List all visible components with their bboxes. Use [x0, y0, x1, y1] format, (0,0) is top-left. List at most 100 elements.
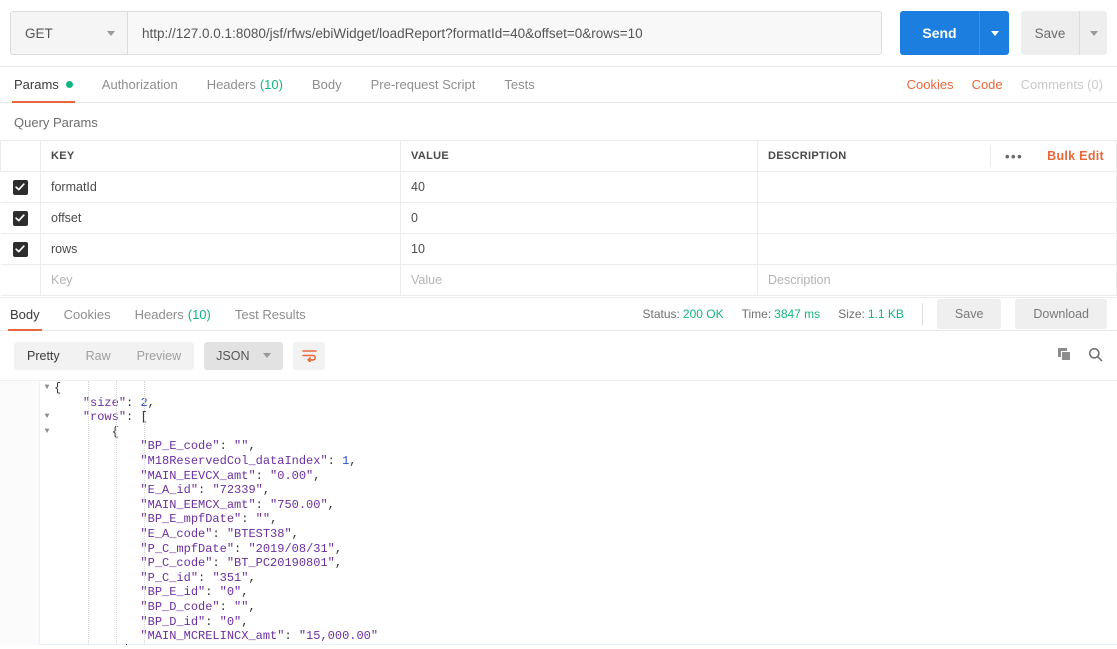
- tab-tests-label: Tests: [504, 77, 535, 92]
- new-param-key-input[interactable]: Key: [40, 264, 401, 296]
- request-url-input[interactable]: [127, 11, 882, 55]
- line-number: 18: [20, 629, 34, 643]
- comments-link[interactable]: Comments (0): [1021, 77, 1103, 92]
- save-request-button[interactable]: Save: [1021, 11, 1079, 55]
- code-line[interactable]: 15 "BP_E_id": "0",: [0, 585, 1117, 600]
- fold-toggle-icon[interactable]: ▼: [40, 425, 54, 440]
- code-line-text: "MAIN_EEVCX_amt": "0.00",: [140, 468, 321, 483]
- header-description-label: DESCRIPTION: [768, 150, 847, 162]
- code-line-text: "rows": [: [82, 410, 148, 425]
- response-tab-test-results[interactable]: Test Results: [235, 298, 306, 331]
- param-description-cell[interactable]: [757, 171, 1117, 203]
- code-line[interactable]: 2 "size": 2,: [0, 396, 1117, 411]
- save-options-button[interactable]: [1079, 11, 1107, 55]
- tab-params[interactable]: Params: [12, 67, 75, 103]
- tab-body[interactable]: Body: [312, 67, 342, 103]
- tab-headers[interactable]: Headers (10): [207, 67, 283, 103]
- code-line[interactable]: 14 "P_C_id": "351",: [0, 571, 1117, 586]
- param-description-cell[interactable]: [757, 202, 1117, 234]
- time-label: Time:: [741, 307, 772, 321]
- param-enabled-checkbox[interactable]: [12, 241, 28, 257]
- fold-toggle-icon[interactable]: ▼: [40, 381, 54, 396]
- param-description-cell[interactable]: [757, 233, 1117, 265]
- view-preview-button[interactable]: Preview: [124, 342, 194, 370]
- new-param-description-input[interactable]: Description: [757, 264, 1117, 296]
- code-line[interactable]: 9 "MAIN_EEMCX_amt": "750.00",: [0, 498, 1117, 513]
- response-body-code-viewer[interactable]: 1 ▼{2 "size": 2, 3 ▼ "rows": [4 ▼ {5 "BP_E_c…: [0, 380, 1117, 645]
- search-button[interactable]: [1088, 347, 1103, 365]
- code-line-text: {: [54, 381, 62, 395]
- tab-tests[interactable]: Tests: [504, 67, 534, 103]
- tab-body-label: Body: [311, 77, 342, 92]
- request-tab-bar: Params Authorization Headers (10) Body P…: [0, 67, 1117, 103]
- code-line[interactable]: 1 ▼{: [0, 381, 1117, 396]
- param-value-cell[interactable]: 0: [400, 202, 758, 234]
- tab-authorization-label: Authorization: [101, 77, 178, 92]
- code-line[interactable]: 18 "MAIN_MCRELINCX_amt": "15,000.00": [0, 629, 1117, 644]
- code-lines-container: 1 ▼{2 "size": 2, 3 ▼ "rows": [4 ▼ {5 "BP_E_c…: [0, 381, 1117, 645]
- send-button-group: Send: [900, 11, 1009, 55]
- tab-pre-request-script[interactable]: Pre-request Script: [371, 67, 476, 103]
- tab-authorization[interactable]: Authorization: [102, 67, 178, 103]
- code-line[interactable]: 19 },: [0, 643, 1117, 645]
- response-tab-headers[interactable]: Headers (10): [135, 298, 211, 331]
- cookies-link[interactable]: Cookies: [907, 77, 954, 92]
- code-line-text: "BP_E_id": "0",: [140, 585, 249, 600]
- query-params-table: KEY VALUE DESCRIPTION ••• Bulk Edit form…: [0, 140, 1117, 296]
- send-options-button[interactable]: [979, 11, 1009, 55]
- code-line[interactable]: 13 "P_C_code": "BT_PC20190801",: [0, 556, 1117, 571]
- code-line[interactable]: 12 "P_C_mpfDate": "2019/08/31",: [0, 542, 1117, 557]
- http-method-select[interactable]: GET: [10, 11, 127, 55]
- response-tab-body[interactable]: Body: [8, 298, 42, 331]
- query-params-title: Query Params: [14, 115, 98, 130]
- more-options-icon[interactable]: •••: [989, 145, 1037, 167]
- code-line[interactable]: 8 "E_A_id": "72339",: [0, 483, 1117, 498]
- param-enabled-checkbox[interactable]: [12, 210, 28, 226]
- response-status-bar: Status: 200 OK Time: 3847 ms Size: 1.1 KB S…: [625, 299, 1107, 329]
- view-raw-button[interactable]: Raw: [73, 342, 124, 370]
- bulk-edit-button[interactable]: Bulk Edit: [1037, 149, 1116, 163]
- code-line[interactable]: 16 "BP_D_code": "",: [0, 600, 1117, 615]
- new-param-value-input[interactable]: Value: [400, 264, 758, 296]
- line-number: 19: [0, 644, 40, 645]
- code-line[interactable]: 17 "BP_D_id": "0",: [0, 615, 1117, 630]
- param-key-cell[interactable]: rows: [40, 233, 401, 265]
- response-format-select[interactable]: JSON: [204, 341, 284, 370]
- param-key-cell[interactable]: offset: [40, 202, 401, 234]
- send-button[interactable]: Send: [900, 11, 979, 55]
- code-line[interactable]: 4 ▼ {: [0, 425, 1117, 440]
- code-line[interactable]: 7 "MAIN_EEVCX_amt": "0.00",: [0, 469, 1117, 484]
- param-enabled-checkbox[interactable]: [12, 179, 28, 195]
- copy-button[interactable]: [1057, 347, 1072, 365]
- code-link[interactable]: Code: [972, 77, 1003, 92]
- code-line[interactable]: 6 "M18ReservedCol_dataIndex": 1,: [0, 454, 1117, 469]
- code-line[interactable]: 10 "BP_E_mpfDate": "",: [0, 512, 1117, 527]
- code-line-text: "P_C_mpfDate": "2019/08/31",: [140, 541, 343, 556]
- view-pretty-button[interactable]: Pretty: [14, 342, 73, 370]
- code-line[interactable]: 3 ▼ "rows": [: [0, 410, 1117, 425]
- response-format-label: JSON: [216, 348, 250, 363]
- param-value-cell[interactable]: 40: [400, 171, 758, 203]
- header-checkbox-col: [0, 140, 41, 172]
- param-value-cell[interactable]: 10: [400, 233, 758, 265]
- line-number: 1: [27, 381, 34, 394]
- line-number: 10: [20, 512, 34, 526]
- code-line[interactable]: 5 "BP_E_code": "",: [0, 439, 1117, 454]
- response-tab-cookies[interactable]: Cookies: [64, 298, 111, 331]
- params-modified-dot-icon: [65, 81, 73, 88]
- code-line-text: {: [111, 424, 119, 439]
- code-line-text: "BP_D_id": "0",: [140, 614, 249, 629]
- wrap-lines-button[interactable]: [293, 341, 326, 370]
- param-key-cell[interactable]: formatId: [40, 171, 401, 203]
- view-mode-segmented-control: Pretty Raw Preview: [14, 341, 195, 370]
- response-tab-bar: Body Cookies Headers (10) Test Results S…: [0, 297, 1117, 331]
- line-number: 16: [20, 599, 34, 613]
- code-line[interactable]: 11 "E_A_code": "BTEST38",: [0, 527, 1117, 542]
- code-line-text: "size": 2,: [82, 395, 155, 410]
- save-response-button[interactable]: Save: [936, 299, 1002, 329]
- fold-toggle-icon[interactable]: ▼: [40, 410, 54, 425]
- download-response-button[interactable]: Download: [1015, 299, 1107, 329]
